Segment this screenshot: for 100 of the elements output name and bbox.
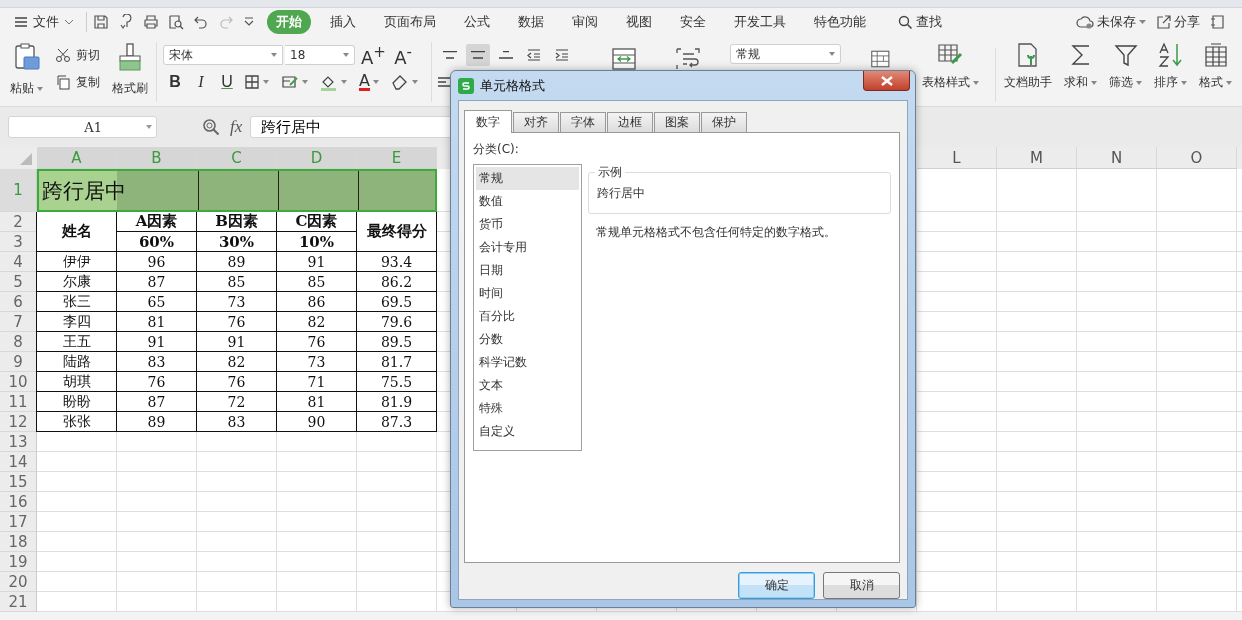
ribbon-tab[interactable]: 数据 [509,10,553,34]
column-header[interactable]: M [997,147,1077,169]
shrink-font-button[interactable]: A$^{-}$ [391,42,415,68]
row-header[interactable]: 18 [0,532,37,552]
wrap-text-icon[interactable] [675,48,700,70]
category-item[interactable]: 文本 [476,374,579,397]
dialog-tab[interactable]: 字体 [560,112,606,132]
save-icon[interactable] [93,14,109,30]
ribbon-tool-button[interactable]: 求和 [1062,42,1099,100]
category-item[interactable]: 货币 [476,213,579,236]
undo-icon[interactable] [193,14,209,30]
category-label: 分类(C): [473,141,520,158]
category-item[interactable]: 百分比 [476,305,579,328]
column-header[interactable]: L [917,147,997,169]
row-header[interactable]: 8 [0,332,37,352]
row-header[interactable]: 5 [0,272,37,292]
category-item[interactable]: 会计专用 [476,236,579,259]
column-header[interactable]: N [1077,147,1157,169]
file-menu[interactable]: 文件 [10,11,78,33]
category-list[interactable]: 常规 数值 货币 会计专用 日期 时间 百分比 分数 科学记数 文本 特殊 自定义 [473,164,582,451]
row-header[interactable]: 10 [0,372,37,392]
ribbon-tool-button[interactable]: 表格样式 [920,42,981,100]
dialog-tab[interactable]: 保护 [701,112,747,132]
row-header[interactable]: 2 [0,212,37,232]
scissors-icon [55,47,71,63]
row-header[interactable]: 11 [0,392,37,412]
vertical-align-button[interactable] [465,44,490,66]
function-label[interactable]: fx [230,117,243,137]
row-header[interactable]: 13 [0,432,37,452]
row-header[interactable]: 17 [0,512,37,532]
printer-icon[interactable] [143,14,159,30]
share-button[interactable]: 分享 [1156,13,1200,31]
search-button[interactable]: 查找 [889,10,951,34]
caret-icon [146,125,152,129]
category-item[interactable]: 数值 [476,190,579,213]
font-style-button[interactable]: B [163,73,187,91]
font-name-dropdown[interactable]: 宋体 [163,45,283,65]
row-header[interactable]: 7 [0,312,37,332]
font-style-button[interactable]: I [189,73,213,91]
table-header-cell: C因素 [276,212,357,232]
grow-font-button[interactable]: A$^{+}$ [361,42,385,68]
dialog-tab[interactable]: 图案 [654,112,700,132]
document-icon[interactable] [1210,14,1224,30]
dialog-tab[interactable]: 对齐 [513,112,559,132]
dialog-button[interactable]: 确定 [738,572,815,599]
row-header[interactable]: 6 [0,292,37,312]
paste-button[interactable]: 粘贴 [8,42,45,100]
ribbon-tool-button[interactable]: 筛选 [1107,42,1144,100]
row-header[interactable]: 14 [0,452,37,472]
ribbon-tab[interactable]: 公式 [455,10,499,34]
ribbon-tool-button[interactable]: 排序 [1152,42,1189,100]
dialog-button[interactable]: 取消 [823,572,900,599]
ribbon-tab[interactable]: 视图 [617,10,661,34]
row-header[interactable]: 21 [0,592,37,612]
dialog-tab[interactable]: 数字 [464,110,512,133]
font-size-dropdown[interactable]: 18 [285,45,355,65]
number-format-dropdown[interactable]: 常规 [729,44,842,64]
zoom-icon[interactable] [202,118,220,136]
close-button[interactable] [863,71,910,91]
font-color-button[interactable]: A [356,71,382,93]
align-bottom-icon [498,51,513,59]
name-box[interactable]: A1 [8,116,157,138]
eraser-icon [390,74,409,90]
row-header[interactable]: 15 [0,472,37,492]
ribbon-tab[interactable]: 特色功能 [805,10,875,34]
indent-icon [553,48,570,62]
row-header[interactable]: 3 [0,232,37,252]
row-header[interactable]: 4 [0,252,37,272]
category-item[interactable]: 科学记数 [476,351,579,374]
ribbon-tool-button[interactable]: 文档助手 [1002,42,1054,100]
merged-title-cell[interactable]: 跨行居中 [37,169,437,212]
ribbon-tab[interactable]: 开发工具 [725,10,795,34]
row-header[interactable]: 12 [0,412,37,432]
category-item[interactable]: 特殊 [476,397,579,420]
category-item[interactable]: 日期 [476,259,579,282]
row-header[interactable]: 20 [0,572,37,592]
ribbon-tab[interactable]: 页面布局 [375,10,445,34]
category-item[interactable]: 时间 [476,282,579,305]
merge-cells-icon[interactable] [611,48,636,70]
print-preview-icon[interactable] [168,14,184,30]
ribbon-tab[interactable]: 安全 [671,10,715,34]
save-status-button[interactable]: 未保存 [1076,13,1146,31]
category-item[interactable]: 分数 [476,328,579,351]
category-item[interactable]: 常规 [476,167,579,190]
cut-button[interactable]: 剪切 [55,42,100,68]
ribbon-tab[interactable]: 插入 [321,10,365,34]
customize-caret-icon[interactable] [243,16,255,28]
category-item[interactable]: 自定义 [476,420,579,443]
column-header[interactable]: O [1157,147,1237,169]
row-header[interactable]: 16 [0,492,37,512]
table-grid-icon[interactable] [871,48,890,70]
copy-button[interactable]: 复制 [55,69,100,95]
format-painter-button[interactable]: 格式刷 [110,42,150,100]
ribbon-tab[interactable]: 审阅 [563,10,607,34]
ribbon-tool-button[interactable]: 格式 [1197,42,1234,100]
dialog-tab[interactable]: 边框 [607,112,653,132]
font-style-button[interactable]: U [215,73,239,91]
row-header[interactable]: 19 [0,552,37,572]
caret-icon [341,80,347,84]
row-header[interactable]: 9 [0,352,37,372]
